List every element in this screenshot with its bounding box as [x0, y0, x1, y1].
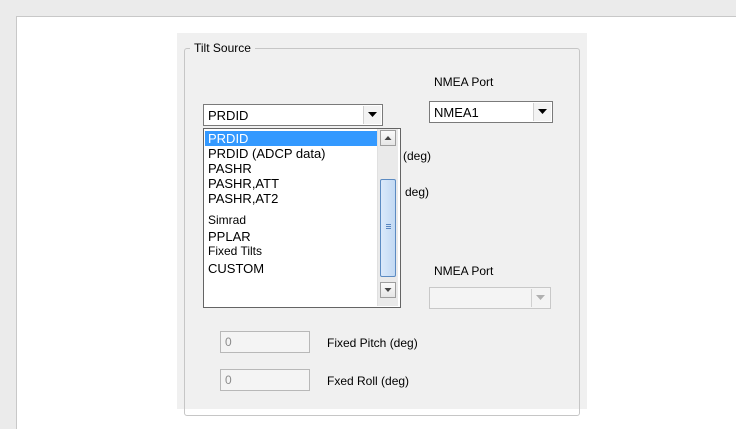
dropdown-option-pashr-att[interactable]: PASHR,ATT — [205, 176, 381, 191]
pitch-units-label: (deg) — [403, 149, 432, 163]
dropdown-scrollbar[interactable] — [377, 129, 398, 306]
chevron-down-icon — [368, 112, 377, 117]
fixed-roll-label: Fxed Roll (deg) — [327, 374, 410, 388]
chevron-down-icon — [538, 109, 547, 114]
chevron-down-icon — [536, 295, 545, 300]
nmea-port-combo[interactable]: NMEA1 — [429, 101, 553, 123]
nmea-port-2-dropdown-button[interactable] — [531, 289, 549, 307]
arrow-down-icon — [384, 288, 392, 292]
fixed-roll-input[interactable]: 0 — [220, 369, 310, 391]
nmea-port-combo-2[interactable] — [429, 287, 551, 309]
fixed-pitch-value: 0 — [225, 335, 232, 349]
dropdown-option-prdid[interactable]: PRDID — [205, 131, 381, 146]
dropdown-option-pplar[interactable]: PPLAR — [205, 229, 381, 244]
tilt-source-dropdown-button[interactable] — [363, 106, 381, 124]
scroll-up-button[interactable] — [380, 130, 396, 146]
roll-units-label: deg) — [405, 185, 430, 199]
tilt-source-combo[interactable]: PRDID — [203, 104, 383, 126]
groupbox-title: Tilt Source — [190, 40, 255, 56]
fixed-pitch-input[interactable]: 0 — [220, 331, 310, 353]
dropdown-option-simrad[interactable]: Simrad — [205, 213, 381, 228]
arrow-up-icon — [384, 136, 392, 140]
nmea-port-label-2: NMEA Port — [434, 264, 494, 278]
dropdown-option-pashr[interactable]: PASHR — [205, 161, 381, 176]
dropdown-option-custom[interactable]: CUSTOM — [205, 261, 381, 276]
dropdown-option-fixed-tilts[interactable]: Fixed Tilts — [205, 244, 381, 259]
tilt-source-dropdown-list[interactable]: PRDID PRDID (ADCP data) PASHR PASHR,ATT … — [203, 128, 401, 308]
nmea-port-label: NMEA Port — [434, 75, 494, 89]
dropdown-option-pashr-at2[interactable]: PASHR,AT2 — [205, 191, 381, 206]
scroll-down-button[interactable] — [380, 282, 396, 298]
nmea-port-value: NMEA1 — [434, 105, 479, 120]
dropdown-option-prdid-adcp[interactable]: PRDID (ADCP data) — [205, 146, 381, 161]
fixed-roll-value: 0 — [225, 373, 232, 387]
tilt-source-value: PRDID — [208, 108, 249, 123]
nmea-port-dropdown-button[interactable] — [533, 103, 551, 121]
fixed-pitch-label: Fixed Pitch (deg) — [327, 336, 418, 350]
scrollbar-thumb[interactable] — [380, 179, 396, 277]
